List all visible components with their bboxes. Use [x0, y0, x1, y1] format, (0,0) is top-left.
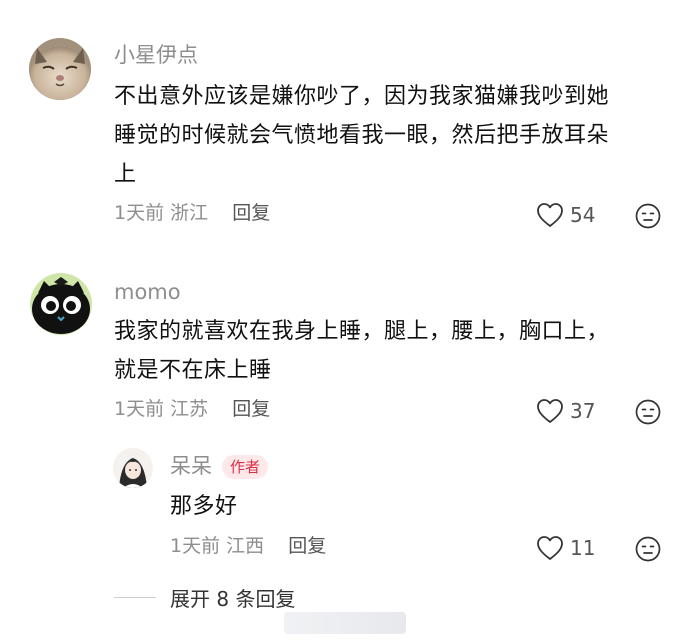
heart-outline-icon	[537, 203, 563, 227]
like-count: 11	[570, 536, 596, 560]
comment-location: 江西	[226, 535, 265, 557]
dislike-button[interactable]	[635, 536, 661, 562]
comment-meta: 1天前 江西 回复	[170, 537, 326, 556]
username[interactable]: 小星伊点	[114, 45, 198, 66]
comment-line: 不出意外应该是嫌你吵了，因为我家猫嫌我吵到她	[114, 84, 610, 109]
username[interactable]: momo	[114, 282, 181, 303]
comment-meta: 1天前 江苏 回复	[114, 400, 270, 419]
heart-outline-icon	[537, 399, 563, 423]
dislike-button[interactable]	[635, 203, 661, 229]
comment-text: 不出意外应该是嫌你吵了，因为我家猫嫌我吵到她 睡觉的时候就会气愤地看我一眼，然后…	[114, 77, 674, 194]
like-count: 37	[570, 399, 596, 423]
avatar[interactable]	[113, 448, 153, 488]
divider	[114, 597, 156, 598]
expand-replies-button[interactable]: 展开 8 条回复	[114, 583, 295, 612]
comment-line: 就是不在床上睡	[114, 358, 272, 383]
comment-line: 那多好	[170, 494, 238, 519]
avatar[interactable]	[29, 38, 91, 100]
comment-location: 浙江	[170, 202, 209, 224]
reply-button[interactable]: 回复	[232, 202, 270, 224]
watermark	[284, 612, 406, 634]
comment-line: 我家的就喜欢在我身上睡，腿上，腰上，胸口上，	[114, 319, 610, 344]
comment-location: 江苏	[170, 398, 209, 420]
reply-button[interactable]: 回复	[288, 535, 326, 557]
comment-text: 我家的就喜欢在我身上睡，腿上，腰上，胸口上， 就是不在床上睡	[114, 312, 674, 390]
like-button[interactable]: 54	[536, 202, 595, 228]
like-button[interactable]: 11	[536, 535, 595, 561]
reply-button[interactable]: 回复	[232, 398, 270, 420]
comment-time: 1天前	[170, 535, 221, 557]
frown-face-icon	[635, 203, 661, 229]
comment-meta: 1天前 浙江 回复	[114, 204, 270, 223]
reply-username[interactable]: 呆呆	[170, 454, 212, 478]
comment-time: 1天前	[114, 202, 165, 224]
like-count: 54	[570, 203, 596, 227]
expand-replies-label: 展开 8 条回复	[170, 587, 296, 611]
dislike-button[interactable]	[635, 399, 661, 425]
comment-text: 那多好	[170, 487, 670, 526]
comment-time: 1天前	[114, 398, 165, 420]
avatar[interactable]	[30, 273, 92, 335]
heart-outline-icon	[537, 536, 563, 560]
comment-line: 上	[114, 162, 137, 187]
author-badge: 作者	[222, 455, 269, 479]
username[interactable]: 呆呆 作者	[170, 454, 269, 479]
frown-face-icon	[635, 399, 661, 425]
like-button[interactable]: 37	[536, 398, 595, 424]
frown-face-icon	[635, 536, 661, 562]
comment-line: 睡觉的时候就会气愤地看我一眼，然后把手放耳朵	[114, 123, 610, 148]
